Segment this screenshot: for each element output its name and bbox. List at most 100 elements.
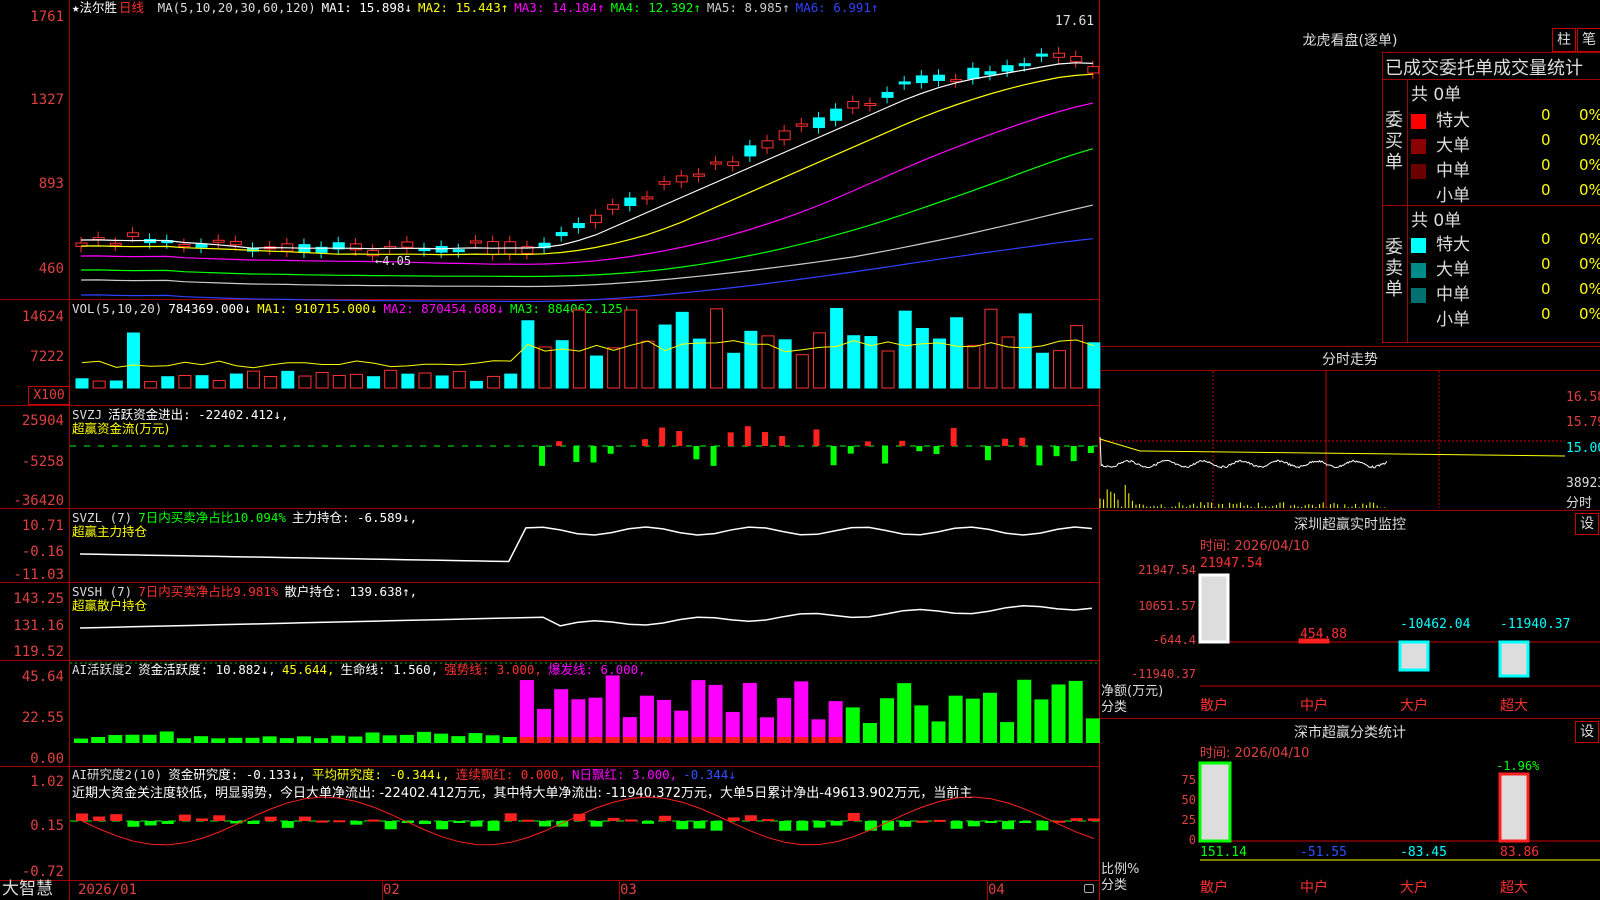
ai2-bar: [914, 705, 929, 743]
candle: [469, 240, 482, 244]
air-bar: [556, 821, 569, 827]
vol-bar: [229, 373, 243, 389]
ai2-bar: [245, 737, 260, 743]
ai2-bar: [777, 698, 792, 743]
vol-bar: [264, 375, 278, 389]
classify-time: 时间: 2026/04/10: [1200, 746, 1310, 761]
air-bar: [1087, 818, 1100, 821]
air-bar: [590, 821, 603, 827]
sell-name-0: 特大: [1436, 235, 1470, 255]
air-bar: [933, 819, 946, 822]
air-bar: [436, 821, 449, 830]
classify-cat-1: 中户: [1300, 879, 1328, 896]
volume-chart[interactable]: [70, 300, 1101, 405]
air-bar: [796, 821, 809, 831]
air-bar: [144, 821, 157, 826]
sell-pct-2: 0%: [1579, 280, 1600, 298]
fenshi-top-line: [1100, 346, 1600, 347]
svzj-y-2: -5258: [21, 454, 64, 470]
monitor-title: 深圳超赢实时监控: [1294, 517, 1406, 533]
ma2-line: [80, 73, 1093, 256]
candle: [229, 241, 242, 246]
candle: [864, 103, 877, 107]
monitor-settings-button[interactable]: 设: [1575, 513, 1599, 535]
classify-y-2: 25: [1182, 813, 1196, 827]
vol-unit-button[interactable]: X100: [28, 386, 70, 405]
svzj-bar: [727, 432, 734, 446]
air-bar: [487, 821, 500, 831]
ai2-bar: [382, 735, 397, 743]
svzl-chart[interactable]: [70, 509, 1099, 582]
classify-y-0: 75: [1182, 773, 1196, 787]
ai2-bar: [554, 689, 569, 743]
buy-count-2: 0: [1541, 156, 1551, 174]
buy-swatch-0: [1411, 113, 1426, 129]
kline-chart[interactable]: [70, 0, 1100, 303]
ai2-bar: [417, 731, 431, 743]
fenshi-price-3: 15.00: [1566, 441, 1600, 456]
classify-cat-0: 散户: [1200, 879, 1228, 896]
ai2-bar: [1034, 699, 1049, 743]
svzj-bar: [607, 446, 614, 454]
main-y-2: 1327: [30, 92, 64, 108]
lock-icon[interactable]: [1084, 884, 1094, 893]
tick-mode-button[interactable]: 笔: [1577, 28, 1600, 52]
air-bar: [110, 814, 123, 821]
bar-mode-button[interactable]: 柱: [1552, 28, 1576, 52]
air-bar: [1002, 821, 1015, 830]
candle: [761, 140, 774, 149]
candle: [830, 108, 843, 121]
vol-bar: [418, 372, 432, 389]
ai2-bar: [588, 697, 603, 743]
svzj-bar: [539, 446, 546, 466]
vol-bar: [727, 352, 741, 389]
ai2-bar: [1068, 680, 1083, 743]
vol-bar: [315, 372, 329, 389]
ai2-bar: [279, 738, 294, 743]
air-bar: [1019, 821, 1032, 823]
classify-chart[interactable]: 75 50 25 0 -1.96% 151.14 -51.55 -83.45 83.86 散户 中户…: [1100, 759, 1600, 900]
air-bar: [916, 820, 929, 823]
svzj-bar: [950, 428, 957, 446]
air-bar: [641, 821, 654, 824]
date-sep-2: [619, 880, 620, 900]
buy-swatch-2: [1411, 163, 1426, 179]
candle: [967, 67, 980, 80]
ai2-bar: [605, 675, 620, 743]
svsh-chart[interactable]: [70, 583, 1099, 660]
ai2-bar: [125, 734, 140, 743]
air-bar: [624, 819, 637, 822]
svzj-chart[interactable]: [70, 406, 1099, 508]
ai2-bar: [262, 736, 277, 743]
vol-bar: [984, 308, 998, 389]
ai2-chart[interactable]: [70, 661, 1100, 766]
ai2-bar-base: [760, 737, 774, 743]
vol-bar: [744, 330, 758, 389]
high-price-label: 17.61: [1055, 14, 1095, 29]
ai2-bar: [657, 699, 672, 743]
monitor-y-0: 21947.54: [1138, 563, 1196, 577]
intraday-chart[interactable]: [1099, 371, 1566, 508]
svzl-line: [79, 526, 1092, 563]
svzj-bar: [1087, 446, 1094, 453]
buy-count-1: 0: [1541, 131, 1551, 149]
sell-row-3: 小单 0 0%: [1411, 305, 1600, 330]
candle: [401, 241, 414, 248]
date-tick-2: 02: [383, 882, 400, 898]
buy-count-3: 0: [1541, 181, 1551, 199]
ai2-bar: [794, 681, 809, 743]
classify-value-3: 83.86: [1500, 845, 1539, 860]
monitor-chart[interactable]: 21947.54 10651.57 -644.4 -11940.37 21947.54 4…: [1100, 550, 1600, 715]
air-bar: [178, 814, 191, 821]
candle: [778, 130, 791, 141]
ma6-line: [80, 238, 1093, 303]
air-chart[interactable]: [70, 767, 1100, 880]
ai2-bar: [965, 698, 980, 743]
classify-value-1: -51.55: [1300, 845, 1347, 860]
classify-settings-button[interactable]: 设: [1575, 721, 1599, 743]
buy-name-2: 中单: [1436, 161, 1470, 181]
sell-count-0: 0: [1541, 230, 1551, 248]
ai2-bar-base: [708, 737, 723, 743]
classify-cat-2: 大户: [1400, 879, 1428, 896]
svzj-bar: [779, 435, 786, 446]
